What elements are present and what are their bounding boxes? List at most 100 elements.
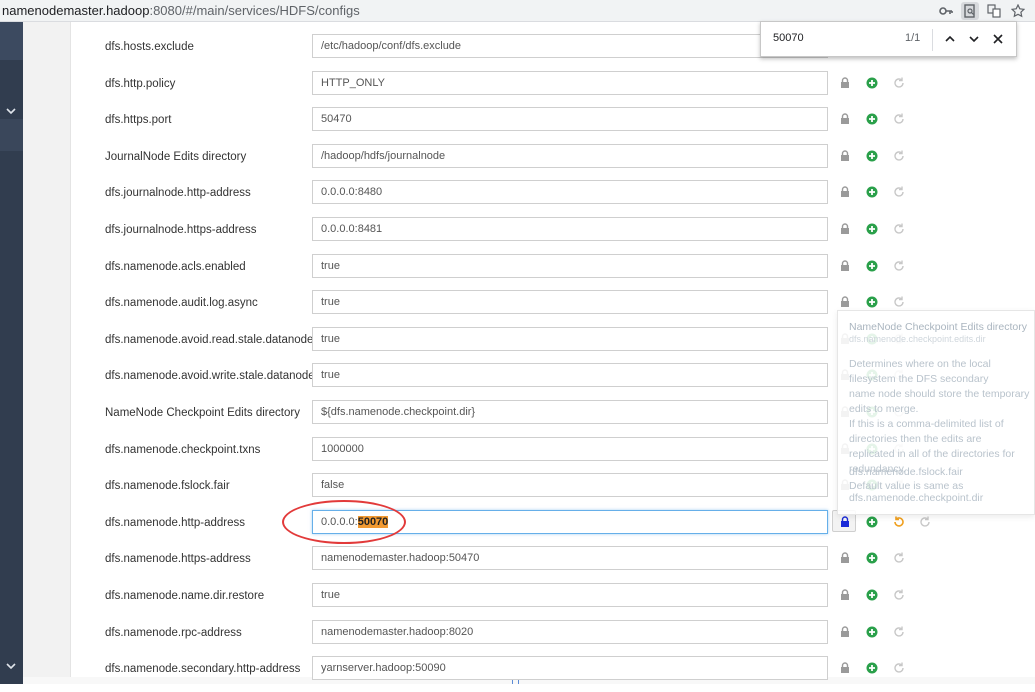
config-value-input[interactable]: /etc/hadoop/conf/dfs.exclude <box>312 34 828 58</box>
lock-icon[interactable] <box>838 222 852 236</box>
bookmark-star-icon[interactable] <box>1009 2 1027 20</box>
config-label: dfs.namenode.rpc-address <box>105 627 242 639</box>
config-value-input[interactable]: /hadoop/hdfs/journalnode <box>312 144 828 168</box>
add-override-icon[interactable] <box>865 515 879 529</box>
set-recommended-icon[interactable] <box>892 185 906 199</box>
config-row: dfs.http.policy HTTP_ONLY <box>0 71 1035 107</box>
add-override-icon[interactable] <box>865 76 879 90</box>
set-recommended-icon[interactable] <box>892 149 906 163</box>
tooltip-text: directories then the edits are <box>849 433 982 445</box>
config-value-input[interactable]: 0.0.0.0:8481 <box>312 217 828 241</box>
row-actions <box>838 222 918 238</box>
find-previous-icon[interactable] <box>942 31 958 47</box>
config-value-input[interactable]: 0.0.0.0:8480 <box>312 180 828 204</box>
lock-icon[interactable] <box>838 76 852 90</box>
set-recommended-icon[interactable] <box>892 76 906 90</box>
set-recommended-icon[interactable] <box>892 551 906 565</box>
lock-icon[interactable] <box>838 588 852 602</box>
add-override-icon[interactable] <box>865 112 879 126</box>
row-actions <box>838 149 918 165</box>
tooltip-text: name node should store the temporary <box>849 388 1030 400</box>
config-label: dfs.http.policy <box>105 78 176 90</box>
config-label: dfs.hosts.exclude <box>105 41 194 53</box>
config-value-input[interactable]: false <box>312 473 828 497</box>
add-override-icon[interactable] <box>865 149 879 163</box>
row-actions <box>838 588 918 604</box>
add-override-icon[interactable] <box>865 625 879 639</box>
lock-icon[interactable] <box>838 112 852 126</box>
add-override-icon[interactable] <box>865 222 879 236</box>
address-bar[interactable]: namenodemaster.hadoop:8080/#/main/servic… <box>2 3 360 18</box>
lock-icon[interactable] <box>838 149 852 163</box>
set-recommended-icon[interactable] <box>892 588 906 602</box>
config-label: dfs.namenode.https-address <box>105 553 251 565</box>
config-row: dfs.journalnode.http-address 0.0.0.0:8480 <box>0 180 1035 216</box>
add-override-icon[interactable] <box>865 551 879 565</box>
config-value-input[interactable]: true <box>312 254 828 278</box>
config-label: dfs.namenode.http-address <box>105 517 246 529</box>
lock-icon[interactable] <box>838 185 852 199</box>
set-recommended-icon[interactable] <box>918 515 932 529</box>
config-value-input[interactable]: yarnserver.hadoop:50090 <box>312 656 828 680</box>
config-value-input[interactable]: 50470 <box>312 107 828 131</box>
config-label: dfs.namenode.name.dir.restore <box>105 590 265 602</box>
config-value-input[interactable]: 1000000 <box>312 437 828 461</box>
set-recommended-icon[interactable] <box>892 222 906 236</box>
translate-icon[interactable] <box>985 2 1003 20</box>
undo-icon[interactable] <box>892 515 906 529</box>
tooltip-text: edits to merge. <box>849 403 919 415</box>
find-in-page-icon[interactable] <box>961 2 979 20</box>
config-value-input[interactable]: ${dfs.namenode.checkpoint.dir} <box>312 400 828 424</box>
config-label: dfs.namenode.avoid.read.stale.datanode <box>105 334 314 346</box>
config-label: NameNode Checkpoint Edits directory <box>105 407 300 419</box>
row-actions <box>832 510 930 532</box>
config-row: JournalNode Edits directory/hadoop/hdfs/… <box>0 144 1035 180</box>
config-value-input[interactable]: namenodemaster.hadoop:8020 <box>312 620 828 644</box>
config-row: dfs.namenode.acls.enabled true <box>0 254 1035 290</box>
tooltip-title: NameNode Checkpoint Edits directory <box>849 321 1027 333</box>
lock-icon[interactable] <box>838 661 852 675</box>
add-override-icon[interactable] <box>865 588 879 602</box>
tooltip-text: Default value is same as <box>849 480 964 492</box>
tooltip-text: dfs.namenode.checkpoint.dir <box>849 492 984 504</box>
set-recommended-icon[interactable] <box>892 295 906 309</box>
config-value-input[interactable]: true <box>312 363 828 387</box>
close-icon[interactable] <box>990 31 1006 47</box>
config-value-input[interactable]: true <box>312 327 828 351</box>
config-value-input[interactable]: true <box>312 290 828 314</box>
tooltip-text: replicated in all of the directories for <box>849 448 1015 460</box>
config-value-input[interactable]: namenodemaster.hadoop:50470 <box>312 546 828 570</box>
config-row: dfs.namenode.https-address namenodemaster… <box>0 546 1035 582</box>
set-recommended-icon[interactable] <box>892 259 906 273</box>
lock-icon[interactable] <box>838 515 852 529</box>
config-row: dfs.namenode.secondary.http-address yarns… <box>0 656 1035 692</box>
add-override-icon[interactable] <box>865 295 879 309</box>
row-actions <box>838 185 918 201</box>
config-row: dfs.namenode.name.dir.restore true <box>0 583 1035 619</box>
config-row: dfs.namenode.rpc-address namenodemaster.h… <box>0 620 1035 656</box>
find-next-icon[interactable] <box>966 31 982 47</box>
add-override-icon[interactable] <box>865 185 879 199</box>
key-icon[interactable] <box>937 2 955 20</box>
row-actions <box>838 259 918 275</box>
config-value-input[interactable]: true <box>312 583 828 607</box>
config-label: dfs.namenode.secondary.http-address <box>105 663 301 675</box>
find-separator <box>932 29 933 51</box>
lock-icon[interactable] <box>838 259 852 273</box>
config-value-input[interactable]: HTTP_ONLY <box>312 71 828 95</box>
set-recommended-icon[interactable] <box>892 661 906 675</box>
set-recommended-icon[interactable] <box>892 112 906 126</box>
add-override-icon[interactable] <box>865 259 879 273</box>
set-recommended-icon[interactable] <box>892 625 906 639</box>
add-override-icon[interactable] <box>865 661 879 675</box>
config-label: dfs.namenode.acls.enabled <box>105 261 246 273</box>
lock-icon[interactable] <box>838 551 852 565</box>
config-row: dfs.namenode.http-address 0.0.0.0:50070 <box>0 510 1035 546</box>
tooltip-text: If this is a comma-delimited list of <box>849 418 1004 430</box>
lock-icon[interactable] <box>838 625 852 639</box>
row-actions <box>838 112 918 128</box>
lock-icon[interactable] <box>838 295 852 309</box>
config-label: dfs.namenode.audit.log.async <box>105 297 258 309</box>
config-label: dfs.journalnode.http-address <box>105 187 251 199</box>
find-input[interactable]: 50070 <box>773 32 804 44</box>
